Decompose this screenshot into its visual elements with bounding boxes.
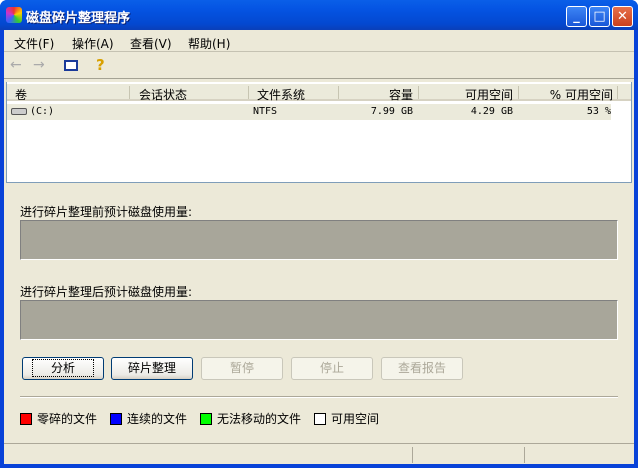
before-usage-bar (20, 220, 618, 260)
col-pct-free[interactable]: % 可用空间 (550, 86, 613, 103)
green-swatch (200, 413, 212, 425)
analyze-button[interactable]: 分析 (22, 357, 104, 380)
legend-contiguous: 连续的文件 (110, 410, 187, 427)
legend-label: 可用空间 (331, 412, 380, 426)
close-button[interactable]: ✕ (612, 6, 633, 27)
white-swatch (314, 413, 326, 425)
analyze-label: 分析 (31, 359, 95, 377)
status-bar (4, 443, 634, 464)
stop-label: 停止 (319, 361, 344, 375)
pause-label: 暂停 (229, 361, 254, 375)
menu-help[interactable]: 帮助(H) (188, 35, 230, 52)
col-filesystem[interactable]: 文件系统 (257, 86, 305, 103)
pause-button[interactable]: 暂停 (201, 357, 283, 380)
legend-fragmented: 零碎的文件 (20, 410, 97, 427)
app-icon (6, 7, 22, 23)
volume-free: 4.29 GB (470, 106, 513, 117)
view-report-button[interactable]: 查看报告 (381, 357, 463, 380)
divider (20, 396, 618, 398)
legend-label: 连续的文件 (127, 412, 188, 426)
legend-label: 零碎的文件 (37, 412, 98, 426)
col-capacity[interactable]: 容量 (389, 86, 413, 103)
title-bar: 磁盘碎片整理程序 _ □ ✕ (0, 0, 638, 30)
forward-arrow-icon[interactable]: → (33, 57, 45, 73)
table-row[interactable]: (C:) NTFS 7.99 GB 4.29 GB 53 % (7, 104, 611, 120)
defrag-label: 碎片整理 (127, 361, 176, 375)
volume-list: 卷 会话状态 文件系统 容量 可用空间 % 可用空间 (C:) NTFS 7.9… (6, 82, 632, 183)
list-header: 卷 会话状态 文件系统 容量 可用空间 % 可用空间 (7, 84, 631, 103)
col-session-status[interactable]: 会话状态 (139, 86, 187, 103)
volume-capacity: 7.99 GB (370, 106, 413, 117)
menu-bar: 文件(F) 操作(A) 查看(V) 帮助(H) (4, 30, 634, 52)
before-label: 进行碎片整理前预计磁盘使用量: (20, 205, 193, 219)
menu-action[interactable]: 操作(A) (72, 35, 114, 52)
blue-swatch (110, 413, 122, 425)
maximize-button[interactable]: □ (589, 6, 610, 27)
volume-name: (C:) (30, 106, 55, 117)
col-free-space[interactable]: 可用空间 (465, 86, 513, 103)
red-swatch (20, 413, 32, 425)
window-title: 磁盘碎片整理程序 (26, 11, 131, 26)
client-area: 文件(F) 操作(A) 查看(V) 帮助(H) ← → ? 卷 会话状态 文件系… (4, 30, 634, 464)
menu-view[interactable]: 查看(V) (130, 35, 172, 52)
after-usage-bar (20, 300, 618, 340)
show-hide-tree-icon[interactable] (64, 60, 78, 71)
after-label: 进行碎片整理后预计磁盘使用量: (20, 285, 193, 299)
help-icon[interactable]: ? (96, 56, 105, 74)
col-volume[interactable]: 卷 (15, 86, 27, 103)
legend-label: 无法移动的文件 (217, 412, 302, 426)
volume-pct-free: 53 % (586, 106, 611, 117)
back-arrow-icon[interactable]: ← (10, 57, 22, 73)
volume-fs: NTFS (253, 106, 278, 117)
menu-file[interactable]: 文件(F) (14, 35, 54, 52)
legend-free-space: 可用空间 (314, 410, 379, 427)
minimize-button[interactable]: _ (566, 6, 587, 27)
drive-icon (11, 108, 27, 115)
stop-button[interactable]: 停止 (291, 357, 373, 380)
toolbar: ← → ? (4, 53, 634, 79)
legend-unmovable: 无法移动的文件 (200, 410, 301, 427)
defrag-button[interactable]: 碎片整理 (111, 357, 193, 380)
window: 磁盘碎片整理程序 _ □ ✕ 文件(F) 操作(A) 查看(V) 帮助(H) ←… (0, 0, 638, 468)
report-label: 查看报告 (397, 361, 446, 375)
